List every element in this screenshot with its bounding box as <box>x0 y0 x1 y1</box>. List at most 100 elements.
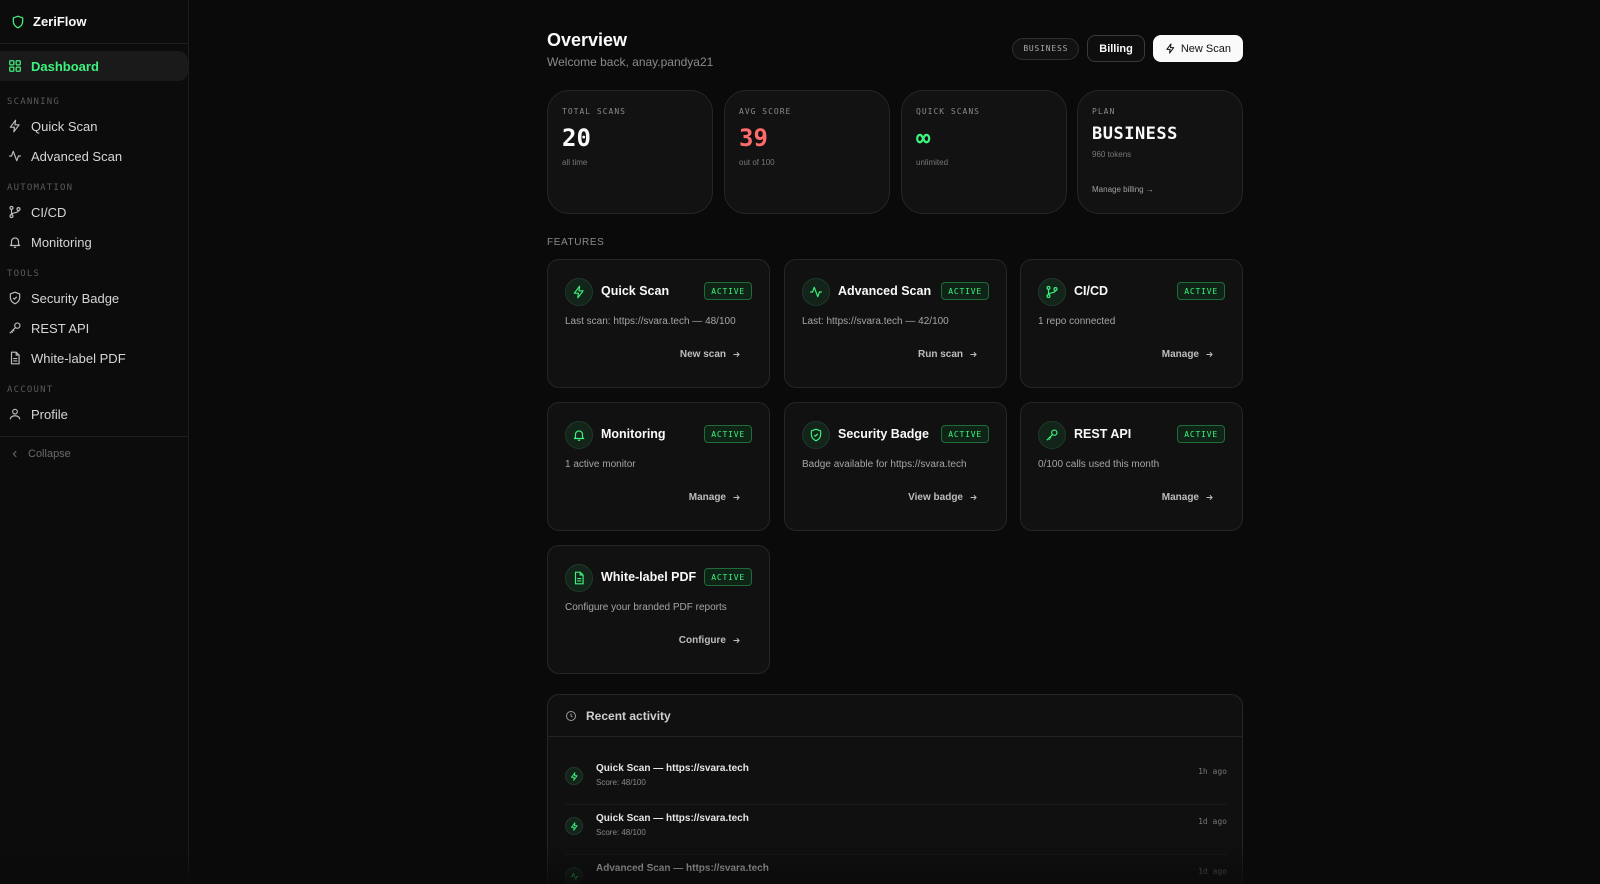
sidebar-item-label: White-label PDF <box>31 350 126 366</box>
welcome-text: Welcome back, anay.pandya21 <box>547 55 714 69</box>
card-description: 1 active monitor <box>565 459 636 470</box>
stat-label: QUICK SCANS <box>916 107 980 116</box>
git-branch-icon <box>1046 285 1058 299</box>
page-title: Overview <box>547 30 628 50</box>
card-title: Security Badge <box>838 427 930 441</box>
activity-row[interactable]: Quick Scan — https://svara.tech Score: 4… <box>565 805 1227 855</box>
feature-card-quick-scan: Quick Scan ACTIVE Last scan: https://sva… <box>547 259 770 388</box>
stat-label: PLAN <box>1092 107 1116 116</box>
document-icon <box>10 351 20 365</box>
stat-total-scans: TOTAL SCANS 20 all time <box>547 90 713 214</box>
sidebar-item-profile[interactable]: Profile <box>0 399 188 429</box>
bell-icon <box>573 430 585 441</box>
configure-link[interactable]: Configure <box>679 635 741 646</box>
page-header: Overview Welcome back, anay.pandya21 BUS… <box>547 0 1243 90</box>
collapse-button[interactable]: Collapse <box>0 439 188 469</box>
feature-card-rest-api: REST API ACTIVE 0/100 calls used this mo… <box>1020 402 1243 531</box>
app-name: ZeriFlow <box>33 14 87 29</box>
new-scan-button[interactable]: New Scan <box>1152 35 1243 62</box>
header-actions: BUSINESS Billing New Scan <box>1012 35 1243 62</box>
activity-icon-badge <box>565 867 583 884</box>
card-description: Last scan: https://svara.tech — 48/100 <box>565 316 736 327</box>
activity-icon <box>810 286 822 298</box>
sidebar-item-label: Dashboard <box>31 58 99 74</box>
sidebar-item-rest-api[interactable]: REST API <box>0 313 188 343</box>
card-icon <box>565 421 593 449</box>
activity-score: Score: 48/100 <box>596 778 646 787</box>
billing-button[interactable]: Billing <box>1087 35 1145 62</box>
action-label: Manage <box>1161 349 1199 360</box>
sidebar-item-label: Profile <box>31 406 68 422</box>
arrow-right-icon <box>733 494 740 501</box>
activity-row[interactable]: Advanced Scan — https://svara.tech 1d ag… <box>565 855 1227 884</box>
arrow-right-icon <box>970 351 977 358</box>
activity-time: 1d ago <box>1198 867 1227 876</box>
status-badge: ACTIVE <box>1177 425 1225 443</box>
card-icon <box>1038 278 1066 306</box>
stat-value: BUSINESS <box>1092 124 1178 144</box>
manage-billing-link[interactable]: Manage billing → <box>1092 185 1154 194</box>
new-scan-link[interactable]: New scan <box>680 349 741 360</box>
section-label-tools: TOOLS <box>7 269 41 279</box>
card-title: CI/CD <box>1074 284 1109 298</box>
feature-card-white-label-pdf: White-label PDF ACTIVE Configure your br… <box>547 545 770 674</box>
status-badge: ACTIVE <box>704 425 752 443</box>
stat-sub: 960 tokens <box>1092 150 1132 159</box>
card-icon <box>565 564 593 592</box>
features-label: FEATURES <box>547 237 605 248</box>
feature-card-cicd: CI/CD ACTIVE 1 repo connected Manage <box>1020 259 1243 388</box>
card-description: Badge available for https://svara.tech <box>802 459 967 470</box>
collapse-label: Collapse <box>28 448 71 460</box>
activity-title: Advanced Scan — https://svara.tech <box>596 863 769 874</box>
manage-link[interactable]: Manage <box>1162 492 1214 503</box>
brand[interactable]: ZeriFlow <box>0 0 188 44</box>
sidebar-item-monitoring[interactable]: Monitoring <box>0 227 188 257</box>
sidebar-item-security-badge[interactable]: Security Badge <box>0 283 188 313</box>
sidebar-item-dashboard[interactable]: Dashboard <box>0 51 188 81</box>
sidebar-item-label: Advanced Scan <box>31 148 123 164</box>
shield-check-icon <box>9 291 21 305</box>
action-label: Manage <box>688 492 726 503</box>
action-label: Run scan <box>917 349 963 360</box>
status-badge: ACTIVE <box>704 568 752 586</box>
feature-card-monitoring: Monitoring ACTIVE 1 active monitor Manag… <box>547 402 770 531</box>
status-badge: ACTIVE <box>941 425 989 443</box>
activity-icon <box>570 872 578 880</box>
action-label: New scan <box>679 349 726 360</box>
action-label: View badge <box>908 492 963 503</box>
sidebar-item-advanced-scan[interactable]: Advanced Scan <box>0 141 188 171</box>
new-scan-label: New Scan <box>1180 42 1231 55</box>
arrow-right-icon <box>1206 494 1213 501</box>
sidebar-item-quick-scan[interactable]: Quick Scan <box>0 111 188 141</box>
lightning-icon <box>570 821 578 831</box>
stat-sub: unlimited <box>916 158 949 167</box>
key-icon <box>1046 429 1058 441</box>
status-badge: ACTIVE <box>941 282 989 300</box>
card-title: Monitoring <box>601 427 666 441</box>
arrow-right-icon <box>733 637 740 644</box>
lightning-icon <box>573 285 584 299</box>
sidebar-item-cicd[interactable]: CI/CD <box>0 197 188 227</box>
view-badge-link[interactable]: View badge <box>908 492 978 503</box>
card-description: Last: https://svara.tech — 42/100 <box>802 316 949 327</box>
action-label: Configure <box>678 635 726 646</box>
shield-icon <box>12 15 24 28</box>
activity-time: 1d ago <box>1198 817 1227 826</box>
clock-icon <box>566 710 576 721</box>
sidebar-item-label: Security Badge <box>31 290 120 306</box>
activity-row[interactable]: Quick Scan — https://svara.tech Score: 4… <box>565 755 1227 805</box>
stat-plan: PLAN BUSINESS 960 tokens Manage billing … <box>1077 90 1243 214</box>
arrow-right-icon <box>1206 351 1213 358</box>
activity-time: 1h ago <box>1198 767 1227 776</box>
manage-link[interactable]: Manage <box>1162 349 1214 360</box>
run-scan-link[interactable]: Run scan <box>918 349 978 360</box>
activity-header: Recent activity <box>548 695 1242 737</box>
section-label-scanning: SCANNING <box>7 97 60 107</box>
card-description: Configure your branded PDF reports <box>565 602 727 613</box>
manage-link[interactable]: Manage <box>689 492 741 503</box>
sidebar-item-white-label-pdf[interactable]: White-label PDF <box>0 343 188 373</box>
infinity-value: ∞ <box>916 124 931 152</box>
card-title: Quick Scan <box>601 284 670 298</box>
plan-pill: BUSINESS <box>1012 37 1080 60</box>
activity-icon-badge <box>565 767 583 785</box>
